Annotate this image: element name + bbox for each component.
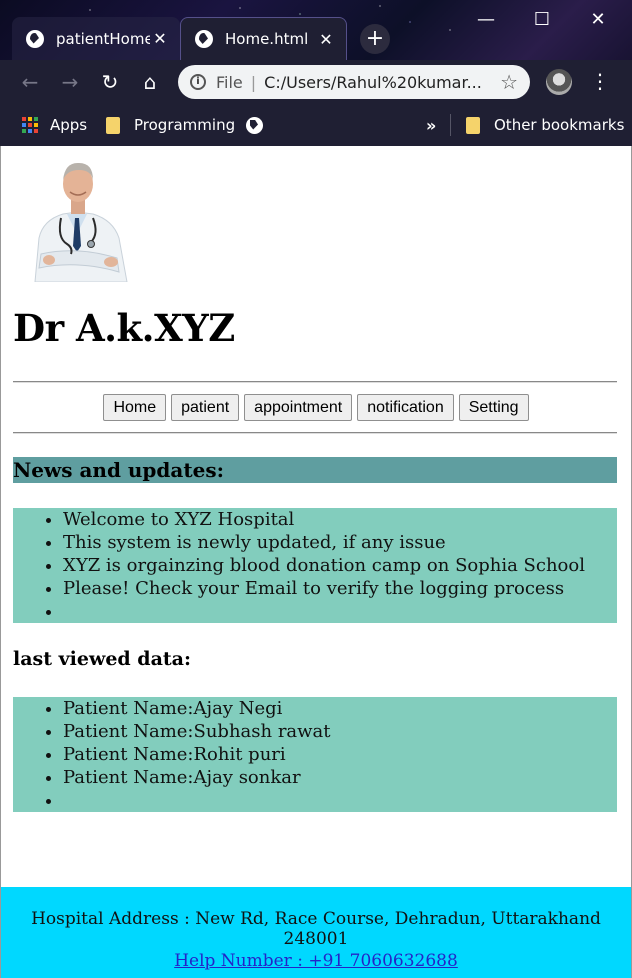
- tab-patient-home[interactable]: patientHome ✕: [12, 17, 180, 60]
- back-icon[interactable]: ←: [16, 68, 44, 96]
- tab-label: patientHome: [56, 29, 150, 48]
- bookmark-label: Apps: [50, 116, 88, 134]
- scheme-label: File: [216, 72, 243, 92]
- tab-home-html[interactable]: Home.html ✕: [180, 17, 347, 60]
- list-item: Patient Name:Subhash rawat: [63, 720, 617, 743]
- bookmark-programming[interactable]: Programming: [106, 114, 235, 136]
- nav-setting-button[interactable]: Setting: [458, 394, 529, 421]
- last-viewed-list: Patient Name:Ajay Negi Patient Name:Subh…: [13, 697, 617, 812]
- hospital-address: Hospital Address : New Rd, Race Course, …: [31, 909, 601, 949]
- page-content: Dr A.k.XYZ Home patient appointment noti…: [0, 146, 632, 978]
- nav-notification-button[interactable]: notification: [357, 394, 454, 421]
- folder-icon: [106, 116, 120, 134]
- profile-avatar[interactable]: [546, 69, 572, 95]
- nav-home-button[interactable]: Home: [103, 394, 167, 421]
- nav-patient-button[interactable]: patient: [171, 394, 240, 421]
- bookmark-label: Other bookmarks: [494, 116, 625, 134]
- tab-label: Home.html: [225, 30, 309, 48]
- tab-strip: patientHome ✕ Home.html ✕ + — ☐ ✕: [0, 0, 632, 60]
- reload-icon[interactable]: ↻: [96, 68, 124, 96]
- globe-icon: [26, 29, 44, 48]
- page-footer: Hospital Address : New Rd, Race Course, …: [1, 887, 631, 978]
- globe-icon: [246, 116, 263, 134]
- bookmark-other[interactable]: Other bookmarks: [466, 114, 624, 136]
- list-item: Welcome to XYZ Hospital: [63, 508, 617, 531]
- doctor-image: [34, 162, 128, 282]
- list-item: This system is newly updated, if any iss…: [63, 531, 617, 554]
- new-tab-button[interactable]: +: [360, 24, 390, 54]
- browser-toolbar: ← → ↻ ⌂ i File | C:/Users/Rahul%20kumar.…: [0, 60, 632, 104]
- chevron-double-right-icon: »: [426, 115, 437, 135]
- url-text[interactable]: C:/Users/Rahul%20kumar...: [264, 73, 494, 92]
- news-list: Welcome to XYZ Hospital This system is n…: [13, 508, 617, 623]
- close-icon[interactable]: ✕: [150, 29, 170, 48]
- close-icon[interactable]: ✕: [316, 30, 336, 49]
- main-nav: Home patient appointment notification Se…: [1, 394, 631, 421]
- bookmarks-overflow-button[interactable]: »: [426, 114, 436, 136]
- list-item: Patient Name:Ajay sonkar: [63, 766, 617, 789]
- horizontal-rule: [13, 381, 617, 383]
- info-icon[interactable]: i: [190, 74, 206, 90]
- home-icon[interactable]: ⌂: [136, 68, 164, 96]
- globe-icon: [195, 30, 213, 48]
- bookmarks-divider: [450, 114, 451, 136]
- maximize-button[interactable]: ☐: [514, 0, 570, 40]
- list-item: Please! Check your Email to verify the l…: [63, 577, 617, 600]
- page-title: Dr A.k.XYZ: [13, 306, 235, 350]
- folder-icon: [466, 116, 480, 134]
- last-viewed-heading: last viewed data:: [13, 648, 192, 670]
- bookmark-apps[interactable]: Apps: [22, 114, 87, 136]
- bookmark-globe[interactable]: [246, 114, 263, 136]
- list-item: Patient Name:Ajay Negi: [63, 697, 617, 720]
- horizontal-rule: [13, 432, 617, 434]
- bookmarks-bar: Apps Programming » Other bookmarks: [0, 104, 632, 146]
- news-heading: News and updates:: [13, 457, 617, 483]
- list-item: Patient Name:Rohit puri: [63, 743, 617, 766]
- help-number-link[interactable]: Help Number : +91 7060632688: [1, 951, 631, 971]
- close-window-button[interactable]: ✕: [570, 0, 626, 40]
- bookmark-label: Programming: [134, 116, 236, 134]
- list-item: [63, 789, 617, 812]
- list-item: [63, 600, 617, 623]
- list-item: XYZ is orgainzing blood donation camp on…: [63, 554, 617, 577]
- address-separator: |: [250, 72, 257, 92]
- star-icon[interactable]: ☆: [500, 70, 518, 94]
- minimize-button[interactable]: —: [458, 0, 514, 40]
- apps-grid-icon: [22, 117, 38, 133]
- nav-appointment-button[interactable]: appointment: [244, 394, 353, 421]
- address-bar[interactable]: i File | C:/Users/Rahul%20kumar... ☆: [178, 65, 530, 99]
- forward-icon[interactable]: →: [56, 68, 84, 96]
- browser-chrome: patientHome ✕ Home.html ✕ + — ☐ ✕ ← → ↻ …: [0, 0, 632, 146]
- kebab-menu-icon[interactable]: ⋮: [588, 68, 612, 96]
